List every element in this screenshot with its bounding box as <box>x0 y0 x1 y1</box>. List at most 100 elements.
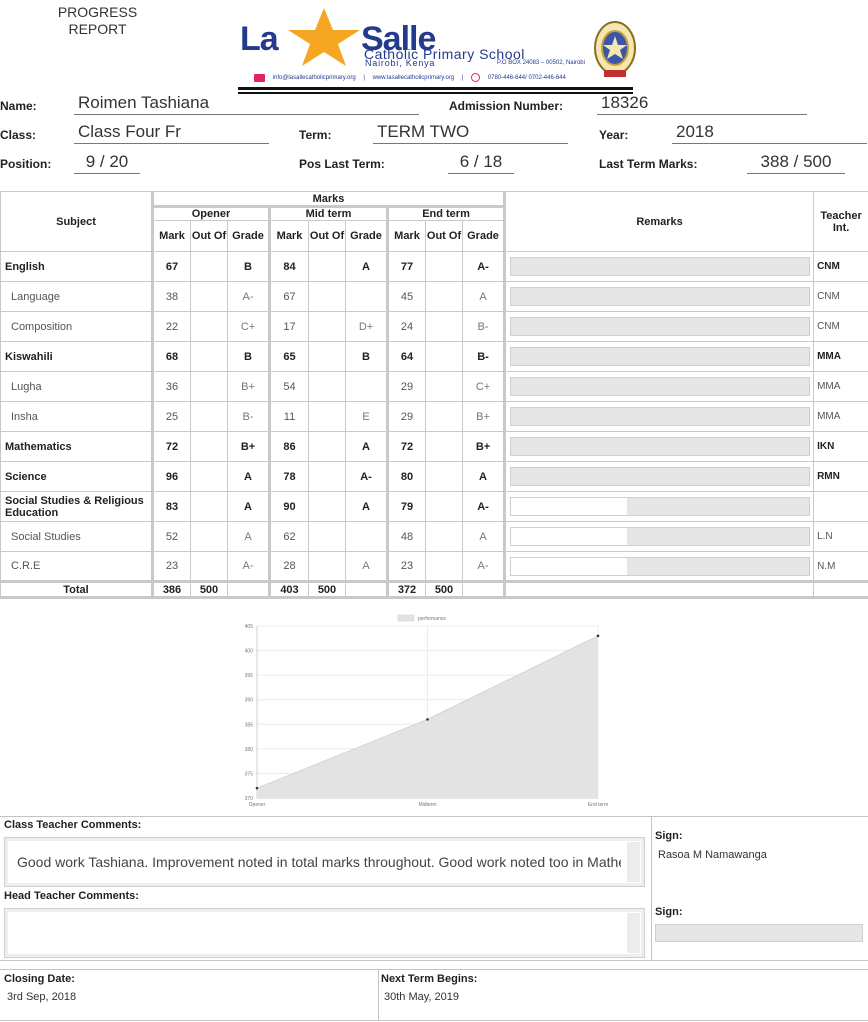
remarks-field[interactable] <box>510 497 811 516</box>
remarks-field[interactable] <box>510 527 811 546</box>
total-teacher <box>813 580 868 599</box>
scrollbar[interactable] <box>627 842 640 882</box>
subject-name: C.R.E <box>0 551 154 582</box>
remarks-field[interactable] <box>510 317 811 336</box>
data-point <box>596 634 600 638</box>
scrollbar[interactable] <box>627 913 640 953</box>
endterm-grade: B+ <box>461 431 507 462</box>
opener-outof <box>190 461 228 492</box>
endterm-grade: B+ <box>461 401 507 432</box>
subject-row: Social Studies & Religious Education 83 A 9… <box>0 491 868 522</box>
mark-header: Mark <box>387 220 426 252</box>
opener-mark: 36 <box>152 371 191 402</box>
teacher-initials: MMA <box>813 341 868 372</box>
logo-phone: 0780-446-644/ 0702-446-644 <box>487 75 566 82</box>
last-term-marks-value: 388 / 500 <box>747 152 845 174</box>
midterm-grade <box>345 281 389 312</box>
outof-header: Out Of <box>425 220 463 252</box>
endterm-mark: 64 <box>387 341 426 372</box>
opener-mark: 68 <box>152 341 191 372</box>
y-tick-label: 395 <box>245 673 254 679</box>
endterm-outof <box>425 311 463 342</box>
remarks-field[interactable] <box>510 556 811 576</box>
midterm-mark: 67 <box>269 281 309 312</box>
endterm-grade: A <box>461 281 507 312</box>
total-label: Total <box>0 580 154 599</box>
subject-row: English 67 B 84 A 77 A- CNM <box>0 251 868 282</box>
endterm-mark: 24 <box>387 311 426 342</box>
divider <box>0 969 868 970</box>
teacher-initials: RMN <box>813 461 868 492</box>
midterm-outof <box>308 521 346 552</box>
endterm-outof <box>425 371 463 402</box>
remarks-field[interactable] <box>510 377 811 396</box>
remarks-field[interactable] <box>510 347 811 366</box>
school-logo: La Salle Catholic Primary School Nairobi… <box>238 6 638 96</box>
endterm-mark: 80 <box>387 461 426 492</box>
midterm-outof <box>308 341 346 372</box>
marks-table: Subject Marks Remarks Teacher Int. Opene… <box>0 191 868 599</box>
teacher-initials: CNM <box>813 281 868 312</box>
logo-contacts: info@lasallecatholicprimary.org | www.la… <box>254 73 634 82</box>
subject-name: Social Studies <box>0 521 154 552</box>
remarks-field[interactable] <box>510 287 811 306</box>
midterm-grade: A <box>345 491 389 522</box>
marks-header: Marks <box>151 191 507 208</box>
endterm-outof <box>425 401 463 432</box>
next-term-label: Next Term Begins: <box>381 973 478 985</box>
subject-name: Insha <box>0 401 154 432</box>
midterm-outof <box>308 431 346 462</box>
endterm-outof <box>425 281 463 312</box>
position-value: 9 / 20 <box>74 152 140 174</box>
endterm-mark: 45 <box>387 281 426 312</box>
phone-icon <box>471 73 481 82</box>
endterm-grade: A- <box>461 551 507 582</box>
report-title-line1: PROGRESS <box>57 4 138 20</box>
head-teacher-comments-box[interactable] <box>4 908 645 958</box>
endterm-mark: 48 <box>387 521 426 552</box>
endterm-grade: A- <box>461 251 507 282</box>
class-teacher-comments-box[interactable]: Good work Tashiana. Improvement noted in… <box>4 837 645 887</box>
grade-header: Grade <box>345 220 389 252</box>
subject-row: Insha 25 B- 11 E 29 B+ MMA <box>0 401 868 432</box>
closing-date-label: Closing Date: <box>4 973 75 985</box>
head-teacher-sign-field[interactable] <box>655 924 863 942</box>
midterm-mark: 90 <box>269 491 309 522</box>
star-icon <box>282 6 366 73</box>
opener-grade: B <box>227 341 271 372</box>
midterm-mark: 78 <box>269 461 309 492</box>
opener-grade: A <box>227 461 271 492</box>
outof-header: Out Of <box>308 220 346 252</box>
opener-outof <box>190 281 228 312</box>
subject-name: Mathematics <box>0 431 154 462</box>
mark-header: Mark <box>152 220 191 252</box>
endterm-outof <box>425 431 463 462</box>
remarks-cell <box>504 461 815 492</box>
report-title: PROGRESS REPORT <box>40 4 155 38</box>
head-teacher-comments-label: Head Teacher Comments: <box>4 890 139 902</box>
midterm-grade <box>345 521 389 552</box>
endterm-grade: A <box>461 521 507 552</box>
opener-grade: A- <box>227 551 271 582</box>
admission-label: Admission Number: <box>449 99 564 113</box>
y-tick-label: 375 <box>245 771 254 777</box>
teacher-initials: CNM <box>813 251 868 282</box>
midterm-mark: 65 <box>269 341 309 372</box>
remarks-field[interactable] <box>510 437 811 456</box>
remarks-header: Remarks <box>504 191 815 252</box>
student-name: Roimen Tashiana <box>74 93 419 115</box>
subject-row: Science 96 A 78 A- 80 A RMN <box>0 461 868 492</box>
data-point <box>426 718 429 721</box>
remarks-field[interactable] <box>510 407 811 426</box>
midterm-mark: 28 <box>269 551 309 582</box>
marks-table-body: English 67 B 84 A 77 A- CNM Language 38 A- 67 45 A CNM… <box>0 251 868 582</box>
class-teacher-comments-label: Class Teacher Comments: <box>4 819 142 831</box>
total-endterm-mark: 372 <box>387 580 426 599</box>
teacher-initials: IKN <box>813 431 868 462</box>
report-title-line2: REPORT <box>68 21 127 37</box>
legend-swatch <box>397 614 415 622</box>
endterm-outof <box>425 341 463 372</box>
remarks-field[interactable] <box>510 467 811 486</box>
legend-label: performance <box>418 616 446 622</box>
remarks-field[interactable] <box>510 257 811 276</box>
